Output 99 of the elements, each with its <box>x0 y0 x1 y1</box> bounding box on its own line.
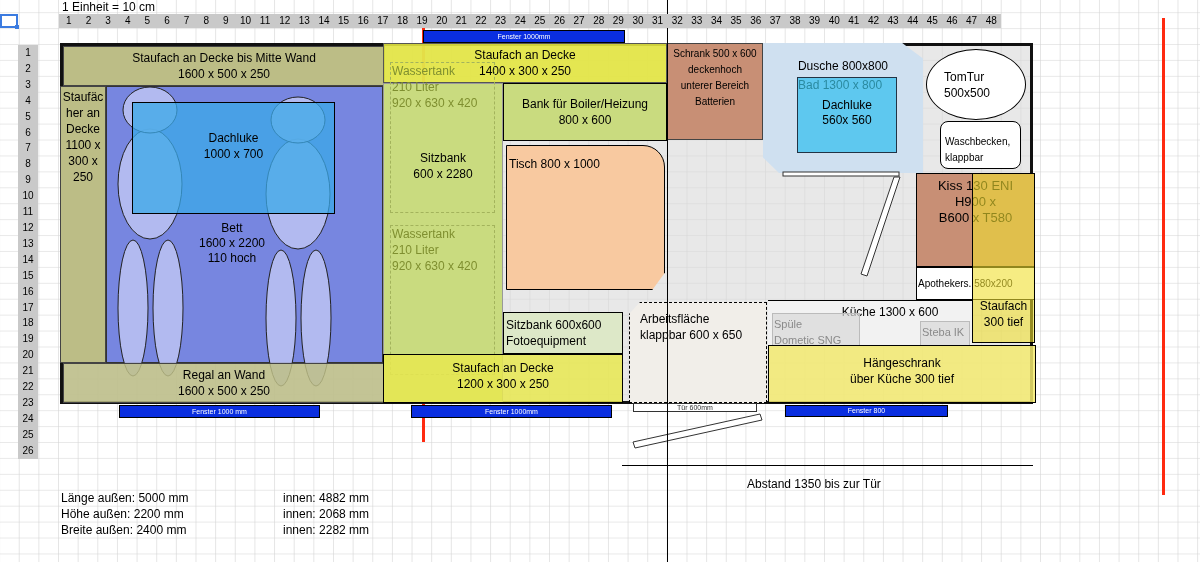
column-header[interactable]: 37 <box>765 14 786 28</box>
row-header[interactable]: 10 <box>18 188 38 205</box>
skylight-shape: Dachluke 1000 x 700 <box>132 102 335 214</box>
column-header[interactable]: 43 <box>883 14 903 28</box>
column-header[interactable]: 24 <box>510 14 530 28</box>
storage-shape: Staufach an Decke bis Mitte Wand 1600 x 500 x 250 <box>63 46 385 86</box>
row-header[interactable]: 5 <box>18 108 38 125</box>
column-header[interactable]: 34 <box>706 14 727 28</box>
column-header[interactable]: 9 <box>216 14 236 28</box>
column-header[interactable]: 15 <box>333 14 354 28</box>
column-header[interactable]: 11 <box>255 14 275 28</box>
column-header[interactable]: 3 <box>98 14 118 28</box>
row-header[interactable]: 20 <box>18 347 38 364</box>
row-header[interactable]: 16 <box>18 283 38 300</box>
bed-label: Bett 1600 x 2200 110 hoch <box>197 221 267 266</box>
sink-shape: Waschbecken, klappbar <box>940 121 1021 169</box>
column-header[interactable]: 32 <box>667 14 687 28</box>
column-header[interactable]: 41 <box>844 14 864 28</box>
row-header[interactable]: 25 <box>18 426 38 443</box>
row-header[interactable]: 13 <box>18 235 38 252</box>
column-header[interactable]: 17 <box>373 14 393 28</box>
column-header[interactable]: 39 <box>804 14 825 28</box>
row-header[interactable]: 7 <box>18 140 38 157</box>
row-header[interactable]: 15 <box>18 267 38 284</box>
row-header[interactable]: 1 <box>18 45 38 61</box>
row-header[interactable]: 4 <box>18 92 38 109</box>
storage-shape: Staufach an Decke 1200 x 300 x 250 <box>383 354 623 403</box>
column-header[interactable]: 25 <box>530 14 550 28</box>
row-header[interactable]: 6 <box>18 124 38 141</box>
cabinet-shape: Schrank 500 x 600 deckenhoch unterer Bereich Batterien <box>667 43 763 140</box>
column-header[interactable]: 5 <box>137 14 158 28</box>
storage-shape: Regal an Wand 1600 x 500 x 250 <box>63 363 385 403</box>
column-header[interactable]: 19 <box>412 14 432 28</box>
appliance-shape: Steba IK <box>920 321 970 346</box>
distance-label: Abstand 1350 bis zur Tür <box>747 476 881 493</box>
column-header[interactable]: 16 <box>353 14 373 28</box>
column-header[interactable]: 8 <box>196 14 216 28</box>
column-header[interactable]: 38 <box>785 14 805 28</box>
row-header[interactable]: 11 <box>18 204 38 220</box>
column-header[interactable]: 30 <box>628 14 648 28</box>
row-header[interactable]: 3 <box>18 76 38 93</box>
column-header[interactable]: 7 <box>176 14 197 28</box>
column-header[interactable]: 27 <box>569 14 589 28</box>
row-header[interactable]: 24 <box>18 410 38 427</box>
storage-shape: Staufächer an Decke 1100 x 300 x 250 <box>60 86 106 363</box>
column-header[interactable]: 22 <box>471 14 491 28</box>
column-header[interactable]: 1 <box>59 14 79 28</box>
row-header[interactable]: 12 <box>18 219 38 236</box>
column-header[interactable]: 20 <box>431 14 452 28</box>
row-header[interactable]: 19 <box>18 331 38 348</box>
column-header[interactable]: 33 <box>687 14 707 28</box>
skylight-label: Dachluke 560x 560 <box>822 98 872 128</box>
column-header[interactable]: 36 <box>745 14 766 28</box>
column-header[interactable]: 13 <box>294 14 315 28</box>
column-header[interactable]: 45 <box>922 14 943 28</box>
column-header[interactable]: 40 <box>824 14 844 28</box>
selected-cell[interactable] <box>0 14 18 28</box>
column-header[interactable]: 29 <box>608 14 629 28</box>
column-header[interactable]: 31 <box>647 14 668 28</box>
row-header[interactable]: 21 <box>18 363 38 380</box>
row-header[interactable]: 18 <box>18 315 38 332</box>
column-header[interactable]: 46 <box>942 14 962 28</box>
column-header[interactable]: 10 <box>235 14 256 28</box>
row-header[interactable]: 23 <box>18 394 38 411</box>
column-header[interactable]: 35 <box>726 14 746 28</box>
dimension-text: Höhe außen: 2200 mm <box>61 506 185 522</box>
column-header[interactable]: 42 <box>863 14 884 28</box>
storage-shape: Hängeschrank über Küche 300 tief <box>768 345 1036 403</box>
row-header[interactable]: 22 <box>18 379 38 395</box>
column-header[interactable]: 26 <box>549 14 570 28</box>
dimension-text: innen: 2068 mm <box>283 506 370 522</box>
bathroom-label: Bad 1300 x 800 <box>798 78 883 92</box>
bench-shape: Sitzbank 600x600 Fotoequipment <box>503 312 623 354</box>
column-header[interactable]: 47 <box>961 14 982 28</box>
row-header[interactable]: 2 <box>18 60 38 77</box>
dimension-text: Länge außen: 5000 mm <box>61 490 190 506</box>
column-header[interactable]: 23 <box>490 14 511 28</box>
scale-caption: 1 Einheit = 10 cm <box>62 1 156 13</box>
row-header[interactable]: 26 <box>18 442 38 459</box>
column-header[interactable]: 6 <box>157 14 177 28</box>
column-header[interactable]: 2 <box>78 14 99 28</box>
column-header[interactable]: 21 <box>451 14 472 28</box>
column-header[interactable]: 14 <box>314 14 334 28</box>
column-header[interactable]: 48 <box>981 14 1001 28</box>
row-header[interactable]: 9 <box>18 172 38 189</box>
dimension-text: Breite außen: 2400 mm <box>61 522 188 538</box>
column-header[interactable]: 44 <box>902 14 923 28</box>
column-header[interactable]: 12 <box>274 14 295 28</box>
row-header[interactable]: 17 <box>18 299 38 316</box>
table-shape: Tisch 800 x 1000 <box>506 145 665 290</box>
drawer-shape: Apothekers. 580x200 <box>916 267 1035 300</box>
row-header[interactable]: 8 <box>18 156 38 173</box>
column-header[interactable]: 4 <box>117 14 138 28</box>
dimension-text: innen: 2282 mm <box>283 522 370 538</box>
column-header[interactable]: 28 <box>588 14 609 28</box>
bench-shape: Bank für Boiler/Heizung 800 x 600 <box>503 83 667 141</box>
column-header[interactable]: 18 <box>392 14 413 28</box>
row-header[interactable]: 14 <box>18 251 38 268</box>
dimension-text: innen: 4882 mm <box>283 490 370 506</box>
